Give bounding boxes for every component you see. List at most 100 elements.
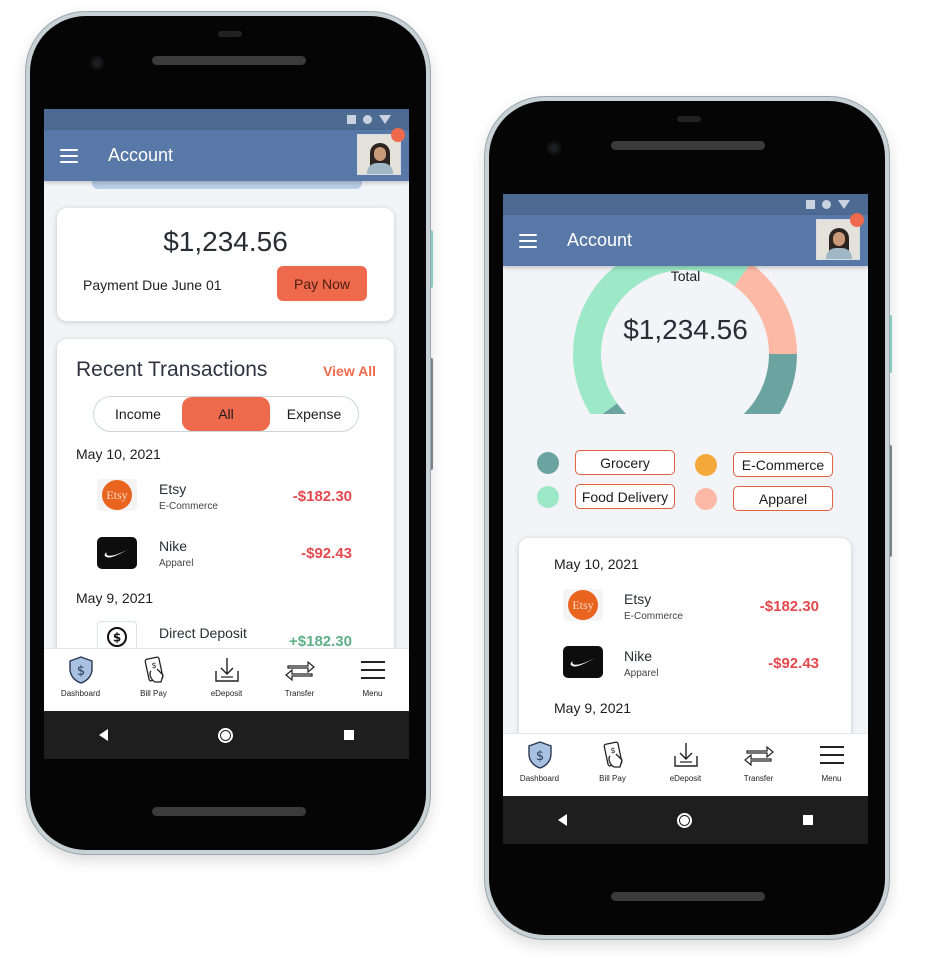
nav-edeposit[interactable]: eDeposit — [194, 649, 260, 698]
view-all-link[interactable]: View All — [323, 363, 376, 379]
system-nav-bar — [44, 711, 409, 759]
pay-now-button[interactable]: Pay Now — [277, 266, 367, 301]
transaction-filter-tabs: Income All Expense — [93, 396, 359, 432]
legend-dot-ecommerce — [695, 454, 717, 476]
svg-text:$: $ — [76, 664, 84, 679]
shield-dollar-icon: $ — [527, 741, 552, 769]
phone-left-body: Account $1,234.56 Payment Due June 01 Pa… — [30, 16, 426, 850]
status-bar — [44, 109, 409, 130]
app-bar: Account — [44, 128, 409, 181]
bottom-nav: $ Dashboard $ Bill Pay eDeposit Transfer — [503, 733, 868, 796]
menu-lines-icon — [360, 661, 385, 679]
nav-dashboard[interactable]: $ Dashboard — [507, 734, 573, 783]
edeposit-icon — [214, 658, 239, 682]
nike-swoosh-icon — [97, 537, 137, 569]
balance-card: $1,234.56 Payment Due June 01 Pay Now — [57, 208, 394, 321]
bottom-nav: $ Dashboard $ Bill Pay eDeposit Transfer — [44, 648, 409, 711]
status-signal-icon — [379, 115, 391, 124]
chart-center-value: $1,234.56 — [623, 314, 748, 345]
transaction-amount: -$182.30 — [759, 598, 819, 615]
bottom-speaker — [152, 807, 306, 816]
svg-text:$: $ — [151, 661, 156, 670]
transaction-name: Nike — [159, 538, 188, 554]
nav-dashboard[interactable]: $ Dashboard — [48, 649, 114, 698]
nav-edeposit[interactable]: eDeposit — [653, 734, 719, 783]
legend-apparel[interactable]: Apparel — [733, 486, 833, 511]
notification-badge — [850, 213, 864, 227]
recent-apps-icon[interactable] — [343, 730, 354, 740]
recent-transactions-title: Recent Transactions — [76, 358, 268, 381]
screen-left: Account $1,234.56 Payment Due June 01 Pa… — [44, 109, 409, 759]
back-icon[interactable] — [558, 814, 568, 826]
svg-text:$: $ — [610, 746, 615, 755]
transactions-card: Recent Transactions View All Income All … — [57, 339, 394, 679]
legend-ecommerce[interactable]: E-Commerce — [733, 452, 833, 477]
top-speaker — [611, 141, 765, 150]
menu-lines-icon — [819, 746, 844, 764]
top-speaker — [152, 56, 306, 65]
nav-bill-pay[interactable]: $ Bill Pay — [580, 734, 646, 783]
status-square-icon — [806, 200, 815, 209]
status-circle-icon — [363, 115, 372, 124]
phone-right-body: Account Total $1,234.56 Grocery E-Commer… — [489, 101, 885, 935]
nav-menu[interactable]: Menu — [799, 734, 865, 783]
earpiece-top — [677, 116, 701, 122]
transaction-name: Direct Deposit — [159, 625, 247, 641]
date-header: May 9, 2021 — [554, 700, 632, 716]
transaction-name: Nike — [624, 648, 653, 664]
hamburger-menu-icon[interactable] — [519, 233, 537, 248]
tab-expense[interactable]: Expense — [270, 397, 358, 431]
bottom-speaker — [611, 892, 765, 901]
balance-amount: $1,234.56 — [163, 226, 288, 257]
svg-text:$: $ — [535, 749, 543, 764]
nike-swoosh-icon — [563, 646, 603, 678]
system-nav-bar — [503, 796, 868, 844]
nav-transfer[interactable]: Transfer — [726, 734, 792, 783]
transaction-name: Etsy — [159, 481, 187, 497]
transaction-amount: -$92.43 — [768, 655, 819, 672]
front-camera — [90, 56, 104, 70]
shield-dollar-icon: $ — [68, 656, 93, 684]
bill-pay-icon: $ — [144, 656, 164, 683]
legend-dot-apparel — [695, 488, 717, 510]
nav-menu[interactable]: Menu — [340, 649, 406, 698]
transfer-arrows-icon — [743, 745, 774, 767]
chart-title: Total — [670, 268, 701, 284]
front-camera — [547, 141, 561, 155]
header-accent-strip — [92, 181, 362, 189]
transaction-amount: -$92.43 — [301, 545, 352, 562]
legend-grocery[interactable]: Grocery — [575, 450, 675, 475]
recent-apps-icon[interactable] — [802, 815, 813, 825]
app-title: Account — [567, 230, 633, 250]
donut-slice-grocery — [602, 354, 797, 414]
home-icon[interactable] — [677, 812, 693, 828]
screen-right: Account Total $1,234.56 Grocery E-Commer… — [503, 194, 868, 844]
tab-income[interactable]: Income — [94, 397, 182, 431]
tab-all[interactable]: All — [182, 397, 270, 431]
edeposit-icon — [673, 743, 698, 767]
transaction-category: Apparel — [624, 668, 659, 679]
date-header: May 9, 2021 — [76, 590, 154, 606]
transfer-arrows-icon — [284, 660, 315, 682]
phone-left: Account $1,234.56 Payment Due June 01 Pa… — [26, 12, 430, 854]
status-signal-icon — [838, 200, 850, 209]
svg-text:$: $ — [113, 631, 121, 645]
bill-pay-icon: $ — [603, 741, 623, 768]
hamburger-menu-icon[interactable] — [60, 148, 78, 163]
transaction-name: Etsy — [624, 591, 652, 607]
back-icon[interactable] — [99, 729, 109, 741]
nav-transfer[interactable]: Transfer — [267, 649, 333, 698]
etsy-logo-icon: Etsy — [563, 589, 603, 621]
nav-bill-pay[interactable]: $ Bill Pay — [121, 649, 187, 698]
phone-right: Account Total $1,234.56 Grocery E-Commer… — [485, 97, 889, 939]
etsy-logo-icon: Etsy — [97, 479, 137, 511]
status-bar — [503, 194, 868, 215]
legend-dot-food-delivery — [537, 486, 559, 508]
payment-due-label: Payment Due June 01 — [83, 277, 222, 293]
notification-badge — [391, 128, 405, 142]
home-icon[interactable] — [218, 727, 234, 743]
app-bar: Account — [503, 213, 868, 266]
transaction-category: E-Commerce — [624, 611, 683, 622]
status-circle-icon — [822, 200, 831, 209]
legend-food-delivery[interactable]: Food Delivery — [575, 484, 675, 509]
